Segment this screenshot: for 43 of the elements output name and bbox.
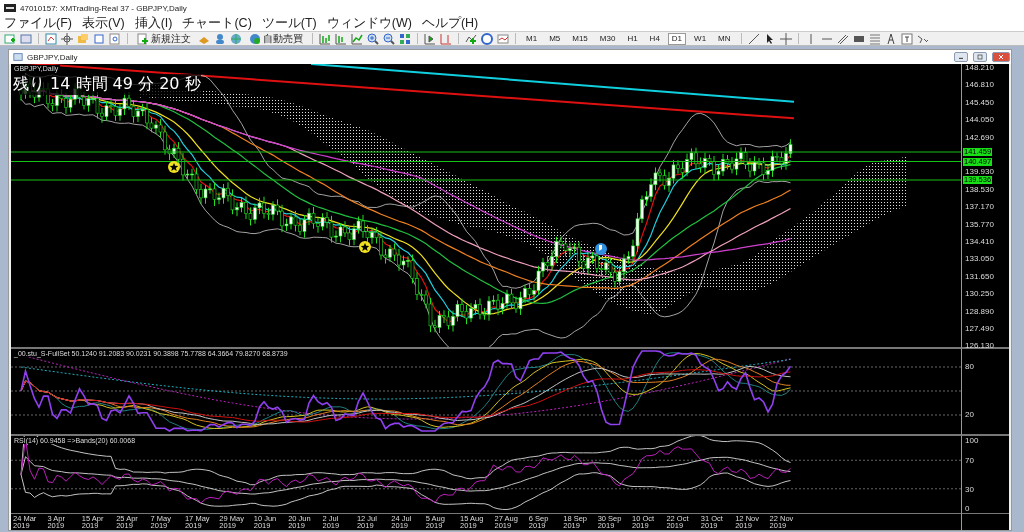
price-label: 127.490 xyxy=(965,324,994,333)
new-order-button[interactable]: 新規注文 xyxy=(134,32,194,45)
timeframe-button[interactable]: M1 xyxy=(522,32,542,45)
auto-trading-button[interactable]: 自動売買 xyxy=(246,32,306,45)
window-title: 47010157: XMTrading-Real 37 - GBPJPY,Daily xyxy=(20,3,187,13)
timeframe-button[interactable]: M5 xyxy=(545,32,565,45)
price-label: 131.650 xyxy=(965,271,994,281)
timeframe-button[interactable]: D1 xyxy=(667,32,687,45)
indicator-scale-label: 100 xyxy=(965,436,979,445)
price-label: 138.530 xyxy=(965,184,994,194)
menu-item[interactable]: チャート(C) xyxy=(182,15,252,32)
indicator-scale-label: 70 xyxy=(965,456,974,465)
price-label: 128.890 xyxy=(965,306,994,316)
price-label: 139.930 xyxy=(965,166,994,176)
price-label: 130.250 xyxy=(965,289,994,299)
timeframe-button[interactable]: M30 xyxy=(595,32,620,45)
timeframe-button[interactable]: M15 xyxy=(568,32,592,45)
price-label: 134.410 xyxy=(965,237,994,246)
indicator-scale-label: 30 xyxy=(965,485,974,494)
menu-item[interactable]: 挿入(I) xyxy=(134,15,173,32)
timeframe-button[interactable]: H1 xyxy=(623,32,642,45)
price-label: 142.690 xyxy=(965,132,994,142)
timeframe-button[interactable]: H4 xyxy=(645,32,664,45)
chart-window-title: GBPJPY,Daily xyxy=(27,52,78,62)
countdown-timer: 残り 14 時間 49 分 20 秒 xyxy=(13,74,201,95)
timeframe-button[interactable]: W1 xyxy=(690,32,711,45)
menu-item[interactable]: ツール(T) xyxy=(261,15,317,32)
price-label: 133.050 xyxy=(965,254,994,264)
price-label: 148.210 xyxy=(965,63,994,72)
price-label: 145.450 xyxy=(965,97,994,107)
price-label: 137.170 xyxy=(965,202,994,212)
indicator-scale-label: 0 xyxy=(965,504,970,513)
price-label: 146.810 xyxy=(965,80,994,90)
menu-item[interactable]: ファイル(F) xyxy=(4,15,72,32)
timeframe-button[interactable]: MN xyxy=(714,32,735,45)
indicator-scale-label: 80 xyxy=(965,362,974,371)
menu-item[interactable]: ヘルプ(H) xyxy=(421,15,479,32)
price-label: 135.770 xyxy=(965,219,994,229)
price-label: 144.050 xyxy=(965,115,994,125)
price-label: 126.130 xyxy=(965,341,994,351)
menu-item[interactable]: ウィンドウ(W) xyxy=(326,15,412,32)
indicator-scale-label: 20 xyxy=(965,410,974,419)
menu-item[interactable]: 表示(V) xyxy=(81,15,125,32)
